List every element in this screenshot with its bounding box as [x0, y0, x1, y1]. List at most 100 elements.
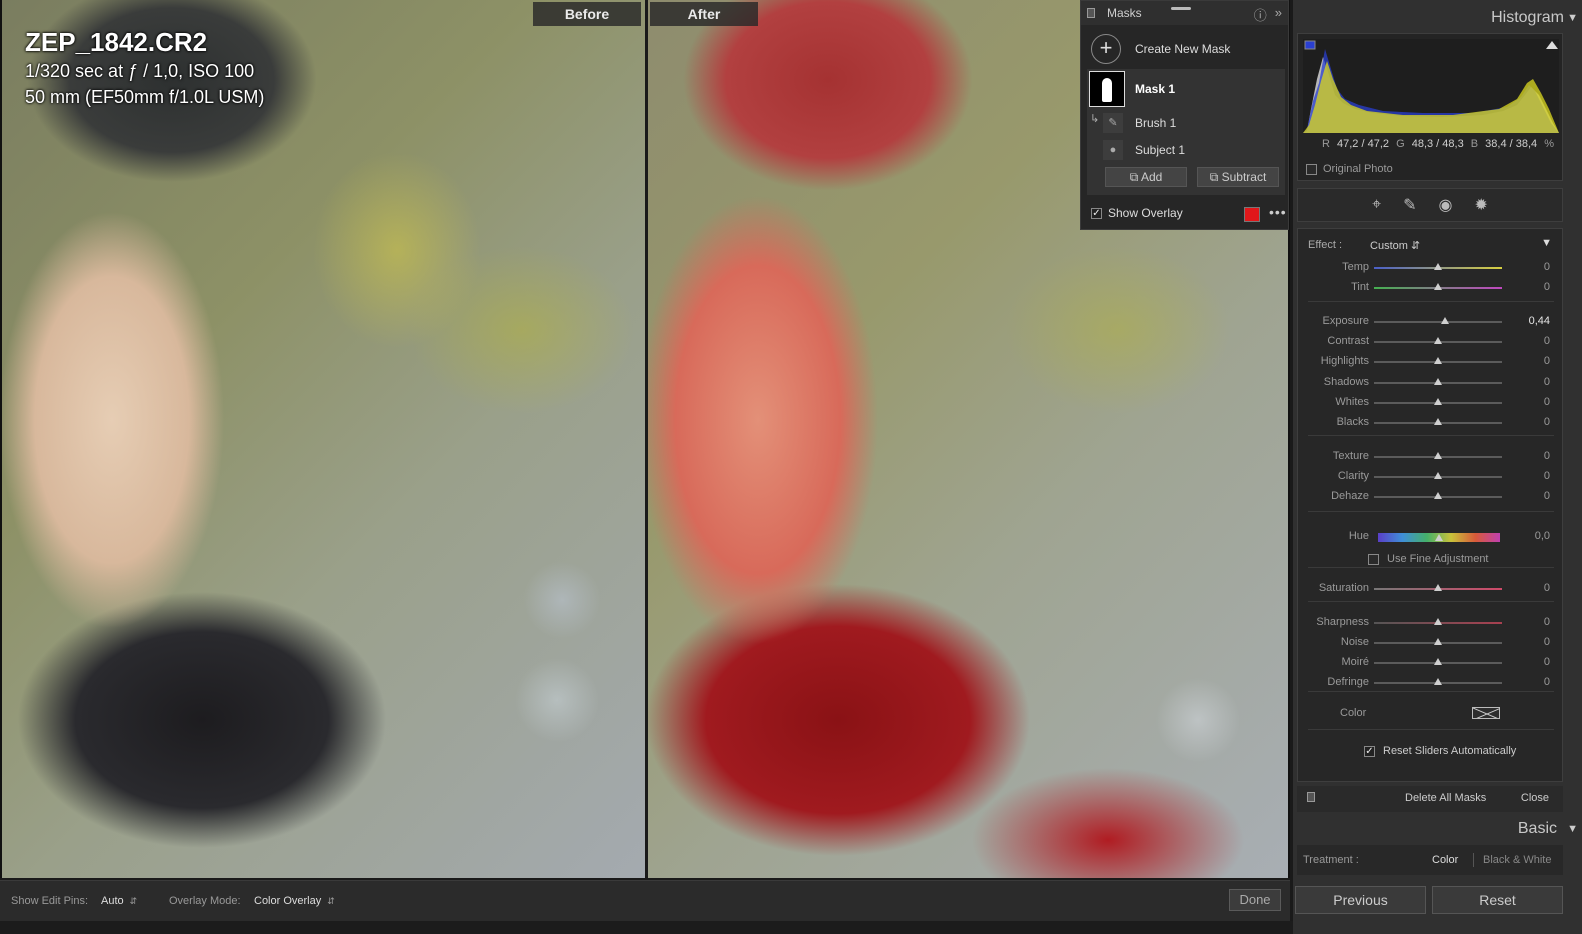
slider-track[interactable] — [1378, 533, 1500, 542]
slider-noise[interactable]: Noise 0 — [1298, 634, 1564, 654]
slider-value[interactable]: 0 — [1544, 281, 1550, 293]
subtract-from-mask-button[interactable]: ⧉ Subtract — [1197, 167, 1279, 187]
slider-highlights[interactable]: Highlights 0 — [1298, 353, 1564, 373]
before-photo[interactable] — [2, 0, 645, 878]
slider-value[interactable]: 0 — [1544, 261, 1550, 273]
histogram[interactable]: R 47,2 / 47,2 G 48,3 / 48,3 B 38,4 / 38,… — [1297, 33, 1563, 181]
slider-value[interactable]: 0 — [1544, 636, 1550, 648]
masking-icon[interactable]: ✹ — [1474, 195, 1487, 215]
photo-viewer[interactable]: Before After ZEP_1842.CR2 1/320 sec at ƒ… — [0, 0, 1290, 878]
slider-value[interactable]: 0,44 — [1529, 315, 1550, 327]
slider-exposure[interactable]: Exposure 0,44 — [1298, 313, 1564, 333]
color-swatch[interactable] — [1472, 707, 1500, 719]
mask-component-brush[interactable]: ↳ ✎ Brush 1 — [1087, 109, 1285, 136]
overlay-color-swatch[interactable] — [1244, 207, 1260, 222]
fine-adjustment-toggle[interactable]: Use Fine Adjustment — [1368, 553, 1489, 565]
slider-saturation[interactable]: Saturation 0 — [1298, 580, 1564, 600]
slider-value[interactable]: 0 — [1544, 676, 1550, 688]
healing-icon[interactable]: ✎ — [1403, 195, 1416, 215]
slider-track[interactable] — [1374, 618, 1502, 625]
slider-track[interactable] — [1374, 638, 1502, 645]
original-photo-checkbox[interactable] — [1306, 163, 1317, 175]
slider-knob[interactable] — [1434, 492, 1442, 499]
slider-knob[interactable] — [1441, 317, 1450, 324]
slider-tint[interactable]: Tint 0 — [1298, 279, 1564, 299]
close-masks-button[interactable]: Close — [1521, 792, 1549, 804]
panel-switch-icon[interactable] — [1307, 792, 1315, 802]
slider-value[interactable]: 0 — [1544, 616, 1550, 628]
red-eye-icon[interactable]: ◉ — [1439, 195, 1453, 215]
slider-shadows[interactable]: Shadows 0 — [1298, 374, 1564, 394]
slider-knob[interactable] — [1435, 534, 1443, 541]
slider-track[interactable] — [1374, 337, 1502, 344]
more-options-icon[interactable]: ••• — [1269, 204, 1287, 220]
slider-value[interactable]: 0 — [1544, 656, 1550, 668]
slider-track[interactable] — [1374, 378, 1502, 385]
mask-item-mask-1[interactable]: Mask 1 — [1087, 69, 1285, 109]
slider-track[interactable] — [1374, 398, 1502, 405]
slider-sharpness[interactable]: Sharpness 0 — [1298, 614, 1564, 634]
original-photo-toggle[interactable]: Original Photo — [1306, 163, 1393, 175]
slider-whites[interactable]: Whites 0 — [1298, 394, 1564, 414]
mask-component-subject[interactable]: ● Subject 1 — [1087, 136, 1285, 163]
slider-knob[interactable] — [1434, 357, 1442, 364]
slider-moir[interactable]: Moiré 0 — [1298, 654, 1564, 674]
slider-track[interactable] — [1374, 492, 1502, 499]
slider-knob[interactable] — [1434, 618, 1442, 625]
slider-blacks[interactable]: Blacks 0 — [1298, 414, 1564, 434]
slider-knob[interactable] — [1434, 337, 1442, 344]
effect-select[interactable]: Custom ⇵ — [1370, 239, 1420, 252]
slider-knob[interactable] — [1434, 398, 1442, 405]
crop-icon[interactable]: ⌖ — [1372, 196, 1381, 214]
effect-collapse-icon[interactable]: ▼ — [1541, 237, 1552, 249]
slider-track[interactable] — [1374, 418, 1502, 425]
slider-knob[interactable] — [1434, 378, 1442, 385]
masks-panel-header[interactable]: Masks ⓘ » — [1081, 1, 1288, 25]
panel-toggle-icon[interactable] — [1087, 8, 1095, 18]
slider-knob[interactable] — [1434, 452, 1442, 459]
fine-adjustment-checkbox[interactable] — [1368, 553, 1379, 565]
slider-value[interactable]: 0 — [1544, 416, 1550, 428]
slider-knob[interactable] — [1434, 658, 1442, 665]
slider-value[interactable]: 0 — [1544, 355, 1550, 367]
slider-track[interactable] — [1374, 357, 1502, 364]
slider-clarity[interactable]: Clarity 0 — [1298, 468, 1564, 488]
treatment-bw-option[interactable]: Black & White — [1483, 854, 1551, 866]
slider-value[interactable]: 0 — [1544, 450, 1550, 462]
basic-panel-title[interactable]: Basic — [1518, 820, 1557, 838]
slider-temp[interactable]: Temp 0 — [1298, 259, 1564, 279]
done-button[interactable]: Done — [1229, 889, 1281, 911]
collapse-triangle-icon[interactable]: ▼ — [1567, 12, 1578, 24]
collapse-panel-icon[interactable]: » — [1275, 5, 1282, 24]
help-icon[interactable]: ⓘ — [1254, 5, 1267, 24]
add-to-mask-button[interactable]: ⧉ Add — [1105, 167, 1187, 187]
slider-track[interactable] — [1374, 283, 1502, 290]
reset-sliders-checkbox[interactable]: ✓ — [1364, 745, 1375, 757]
masks-panel[interactable]: Masks ⓘ » + Create New Mask Mask 1 ↳ ✎ B… — [1080, 0, 1289, 230]
slider-track[interactable] — [1374, 658, 1502, 665]
create-new-mask-button[interactable]: + Create New Mask — [1081, 29, 1288, 69]
slider-value[interactable]: 0,0 — [1535, 530, 1550, 542]
show-overlay-checkbox[interactable]: ✓ — [1091, 207, 1102, 219]
slider-value[interactable]: 0 — [1544, 470, 1550, 482]
reset-button[interactable]: Reset — [1432, 886, 1563, 914]
slider-track[interactable] — [1374, 584, 1502, 591]
slider-texture[interactable]: Texture 0 — [1298, 448, 1564, 468]
slider-value[interactable]: 0 — [1544, 376, 1550, 388]
slider-value[interactable]: 0 — [1544, 582, 1550, 594]
slider-track[interactable] — [1374, 472, 1502, 479]
slider-value[interactable]: 0 — [1544, 490, 1550, 502]
treatment-color-option[interactable]: Color — [1432, 854, 1458, 866]
slider-knob[interactable] — [1434, 263, 1442, 270]
previous-button[interactable]: Previous — [1295, 886, 1426, 914]
slider-contrast[interactable]: Contrast 0 — [1298, 333, 1564, 353]
reset-sliders-toggle[interactable]: ✓ Reset Sliders Automatically — [1364, 745, 1516, 757]
slider-knob[interactable] — [1434, 584, 1442, 591]
slider-hue[interactable]: Hue 0,0 — [1298, 528, 1564, 548]
slider-dehaze[interactable]: Dehaze 0 — [1298, 488, 1564, 508]
collapse-triangle-icon[interactable]: ▼ — [1567, 823, 1578, 835]
edit-pins-select[interactable]: Auto ⇵ — [101, 895, 137, 907]
slider-value[interactable]: 0 — [1544, 335, 1550, 347]
overlay-mode-select[interactable]: Color Overlay ⇵ — [254, 895, 335, 907]
drag-handle[interactable] — [1171, 7, 1191, 10]
